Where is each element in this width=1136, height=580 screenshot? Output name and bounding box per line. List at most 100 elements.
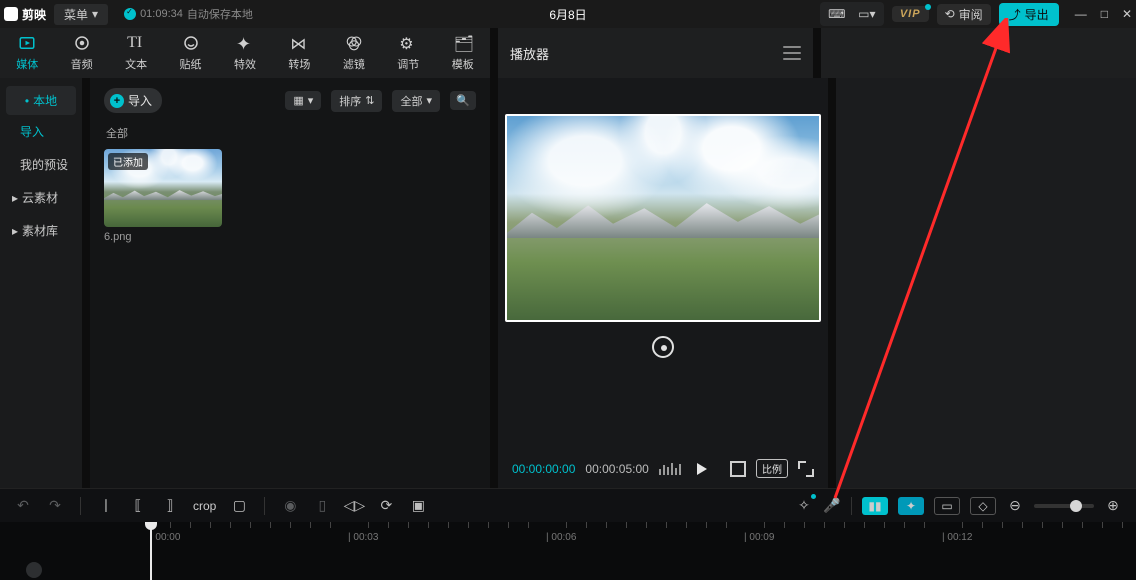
asset-panel: + 导入 ▦▾ 排序 ⇅ 全部 ▾ 🔍 全部 已添加 6.png xyxy=(90,78,490,488)
review-label: 审阅 xyxy=(959,6,983,23)
zoom-slider[interactable] xyxy=(1034,504,1094,508)
review-button[interactable]: ⟲ 审阅 xyxy=(937,4,991,25)
fullscreen-button[interactable] xyxy=(798,461,814,477)
tab-adjust[interactable]: ⚙ 调节 xyxy=(381,28,435,78)
maximize-button[interactable]: □ xyxy=(1101,7,1108,21)
tab-sticker[interactable]: 贴纸 xyxy=(163,28,217,78)
preview-canvas[interactable] xyxy=(505,114,821,322)
sidebar-item-cloud[interactable]: ▸ 云素材 xyxy=(0,181,82,214)
tab-template[interactable]: 🗂 模板 xyxy=(436,28,490,78)
split-button[interactable]: 丨 xyxy=(97,497,115,515)
search-icon: 🔍 xyxy=(456,94,470,107)
sidebar-item-import[interactable]: 导入 xyxy=(0,115,82,148)
mirror-button[interactable]: ◁▷ xyxy=(345,497,363,515)
view-mode-button[interactable]: ▦▾ xyxy=(285,91,321,110)
tab-fx[interactable]: ✦ 特效 xyxy=(218,28,272,78)
asset-thumbnail[interactable]: 已添加 xyxy=(104,149,222,227)
sidebar-item-library[interactable]: ▸ 素材库 xyxy=(0,214,82,247)
review-icon: ⟲ xyxy=(945,7,955,21)
tab-label: 调节 xyxy=(397,56,419,72)
tab-label: 模板 xyxy=(452,56,474,72)
ribbon-tabs: 媒体 音频 TI 文本 贴纸 ✦ 特效 ⋈ 转场 滤镜 ⚙ 调节 xyxy=(0,28,490,78)
mic-button[interactable]: 🎤 xyxy=(823,497,841,515)
export-button[interactable]: ⤴ 导出 xyxy=(999,3,1059,26)
filter-button[interactable]: 全部 ▾ xyxy=(392,90,440,112)
crop-button[interactable]: ▣ xyxy=(409,497,427,515)
layout-icon[interactable]: ▭▾ xyxy=(854,4,880,24)
trim-right-button[interactable]: ⟧ xyxy=(161,497,179,515)
sidebar-item-label: 本地 xyxy=(33,92,57,109)
chevron-down-icon: ▾ xyxy=(92,7,98,21)
menu-button[interactable]: 菜单 ▾ xyxy=(54,4,108,25)
tab-label: 特效 xyxy=(234,56,256,72)
import-label: 导入 xyxy=(128,92,152,109)
sidebar-item-label: 云素材 xyxy=(22,189,58,206)
audio-levels-icon[interactable] xyxy=(659,463,681,475)
sidebar-item-presets[interactable]: 我的预设 xyxy=(0,148,82,181)
timeline-toolbar-right: ✧ 🎤 ▮▮ ✦ ▭ ◇ ⊖ ⊕ xyxy=(795,497,1122,515)
document-title: 6月8日 xyxy=(549,6,586,23)
section-label: 全部 xyxy=(106,125,476,141)
filter-icon xyxy=(345,34,363,52)
ratio-button[interactable]: 比例 xyxy=(756,459,788,478)
asset-name: 6.png xyxy=(104,231,222,243)
close-button[interactable]: ✕ xyxy=(1122,7,1132,21)
track-toggle-3[interactable]: ▭ xyxy=(934,497,960,515)
redo-button[interactable]: ↷ xyxy=(46,497,64,515)
asset-item[interactable]: 已添加 6.png xyxy=(104,149,222,243)
asset-toolbar: + 导入 ▦▾ 排序 ⇅ 全部 ▾ 🔍 xyxy=(104,88,476,113)
tab-media[interactable]: 媒体 xyxy=(0,28,54,78)
time-ruler[interactable]: | 00:00| 00:03| 00:06| 00:09| 00:12 xyxy=(0,522,1136,542)
track-toggle-2[interactable]: ✦ xyxy=(898,497,924,515)
delete-button[interactable]: ▢ xyxy=(230,497,248,515)
undo-button[interactable]: ↶ xyxy=(14,497,32,515)
track-toggle-1[interactable]: ▮▮ xyxy=(862,497,888,515)
main-area: • 本地 导入 我的预设 ▸ 云素材 ▸ 素材库 + 导入 ▦▾ 排序 ⇅ 全部… xyxy=(0,78,1136,488)
trim-left-button[interactable]: ⟦ xyxy=(129,497,147,515)
magic-button[interactable]: ✧ xyxy=(795,497,813,515)
sticker-icon xyxy=(182,34,200,52)
rotate-button[interactable]: ⟳ xyxy=(377,497,395,515)
record-button[interactable]: ◉ xyxy=(281,497,299,515)
zoom-out-button[interactable]: ⊖ xyxy=(1006,497,1024,515)
tab-transition[interactable]: ⋈ 转场 xyxy=(272,28,326,78)
playhead[interactable] xyxy=(150,522,152,580)
zoom-knob[interactable] xyxy=(1070,500,1082,512)
search-button[interactable]: 🔍 xyxy=(450,91,476,110)
player-menu-icon[interactable] xyxy=(783,46,801,60)
import-button[interactable]: + 导入 xyxy=(104,88,162,113)
play-button[interactable] xyxy=(697,463,707,475)
player-panel-title: 播放器 xyxy=(510,44,549,63)
history-group: ↶ ↷ xyxy=(14,497,64,515)
tab-filter[interactable]: 滤镜 xyxy=(327,28,381,78)
player-panel-header: 播放器 xyxy=(498,28,813,78)
tab-audio[interactable]: 音频 xyxy=(54,28,108,78)
sort-label: 排序 xyxy=(339,93,361,109)
export-icon: ⤴ xyxy=(1009,6,1021,23)
rotate-handle[interactable] xyxy=(652,336,674,358)
player-controls: 00:00:00:00 00:00:05:00 比例 xyxy=(498,455,828,482)
frame-focus-icon[interactable] xyxy=(730,461,746,477)
sidebar-item-local[interactable]: • 本地 xyxy=(6,86,76,115)
tab-label: 媒体 xyxy=(16,56,38,72)
autosave-status: 01:09:34 自动保存本地 xyxy=(124,6,253,22)
sort-button[interactable]: 排序 ⇅ xyxy=(331,90,382,112)
edit-group: 丨 ⟦ ⟧crop ▢ xyxy=(97,497,248,515)
time-label: | 00:12 xyxy=(942,532,972,543)
keyboard-icon[interactable]: ⌨ xyxy=(824,4,850,24)
grid-icon: ▦ xyxy=(293,94,303,107)
tab-label: 文本 xyxy=(125,56,147,72)
track-toggle-4[interactable]: ◇ xyxy=(970,497,996,515)
time-label: | 00:06 xyxy=(546,532,576,543)
zoom-in-button[interactable]: ⊕ xyxy=(1104,497,1122,515)
timeline[interactable]: | 00:00| 00:03| 00:06| 00:09| 00:12 xyxy=(0,522,1136,580)
check-icon xyxy=(124,8,136,20)
add-track-button[interactable] xyxy=(26,562,42,578)
media-sidebar: • 本地 导入 我的预设 ▸ 云素材 ▸ 素材库 xyxy=(0,78,82,488)
logo-icon xyxy=(4,7,18,21)
freeze-button[interactable]: ▯ xyxy=(313,497,331,515)
minimize-button[interactable]: — xyxy=(1075,7,1087,21)
tab-text[interactable]: TI 文本 xyxy=(109,28,163,78)
text-icon: TI xyxy=(127,34,145,52)
vip-badge[interactable]: VIP xyxy=(892,6,929,22)
